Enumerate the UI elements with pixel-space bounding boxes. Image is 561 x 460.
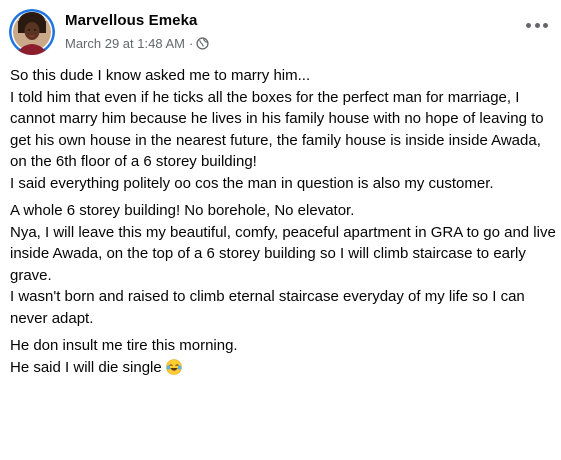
tears-of-joy-emoji-icon — [165, 358, 182, 375]
post-line: He said I will die single — [10, 358, 162, 376]
post-line: He don insult me tire this morning. — [10, 337, 238, 354]
facebook-post: Marvellous Emeka March 29 at 1:48 AM · S… — [0, 0, 561, 460]
meta-separator: · — [188, 36, 194, 51]
avatar-image — [9, 9, 55, 55]
post-timestamp[interactable]: March 29 at 1:48 AM — [65, 36, 185, 51]
post-meta: March 29 at 1:48 AM · — [65, 36, 209, 51]
globe-icon[interactable] — [196, 37, 209, 50]
more-dot — [526, 22, 531, 28]
more-dot — [534, 22, 540, 28]
post-line: So this dude I know asked me to marry hi… — [10, 67, 311, 84]
post-line: I wasn't born and raised to climb eterna… — [10, 288, 525, 327]
paragraph: A whole 6 storey building! No borehole, … — [10, 200, 558, 329]
more-dot — [543, 22, 548, 28]
post-body: So this dude I know asked me to marry hi… — [10, 65, 558, 384]
post-line: I said everything politely oo cos the ma… — [10, 174, 494, 192]
post-line: A whole 6 storey building! No borehole, … — [10, 202, 355, 219]
author-name[interactable]: Marvellous Emeka — [65, 12, 198, 29]
post-header: Marvellous Emeka March 29 at 1:48 AM · — [9, 9, 554, 57]
post-line-with-emoji: He said I will die single — [10, 357, 558, 379]
paragraph: He don insult me tire this morning. He s… — [10, 335, 558, 378]
more-options-icon[interactable] — [526, 19, 548, 31]
avatar[interactable] — [9, 9, 55, 55]
post-line: I told him that even if he ticks all the… — [10, 88, 544, 171]
paragraph: So this dude I know asked me to marry hi… — [10, 65, 558, 194]
post-line: Nya, I will leave this my beautiful, com… — [10, 223, 556, 284]
